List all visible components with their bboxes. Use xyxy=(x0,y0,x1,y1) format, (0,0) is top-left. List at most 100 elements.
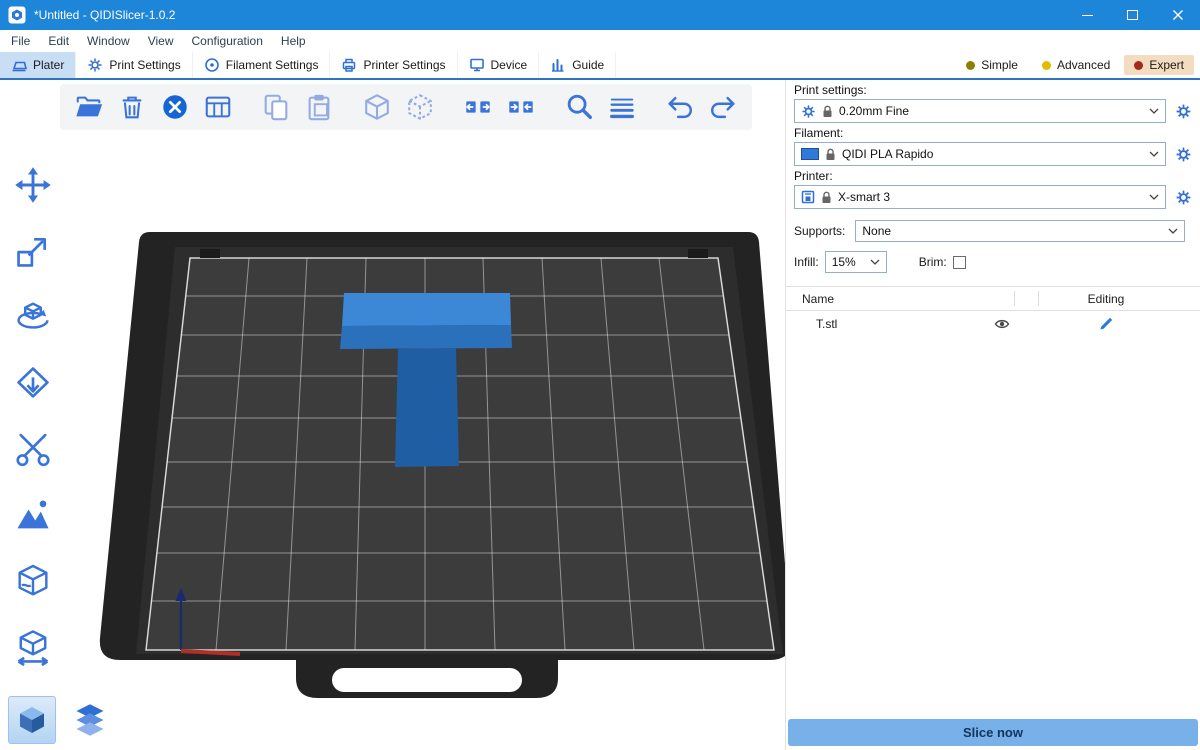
tab-label: Printer Settings xyxy=(363,58,445,72)
tab-device[interactable]: Device xyxy=(458,52,540,78)
lock-icon xyxy=(821,191,832,204)
maximize-button[interactable] xyxy=(1110,0,1155,30)
print-settings-combo[interactable]: 0.20mm Fine xyxy=(794,99,1166,123)
delete-icon xyxy=(117,92,147,122)
tab-label: Print Settings xyxy=(109,58,180,72)
menu-item-view[interactable]: View xyxy=(139,30,183,52)
paint-supports-button[interactable] xyxy=(6,488,60,542)
arrange-button[interactable] xyxy=(199,88,237,126)
filament-label: Filament: xyxy=(794,126,1200,140)
eye-icon xyxy=(994,316,1010,332)
view-3d-editor-button[interactable] xyxy=(8,696,56,744)
delete-button[interactable] xyxy=(113,88,151,126)
printer-value: X-smart 3 xyxy=(838,190,1143,204)
menu-item-window[interactable]: Window xyxy=(78,30,139,52)
infill-combo[interactable]: 15% xyxy=(825,251,887,273)
chevron-down-icon xyxy=(870,259,880,265)
tab-guide[interactable]: Guide xyxy=(539,52,616,78)
view-toggle-bar xyxy=(8,696,114,744)
column-separator xyxy=(1038,291,1039,306)
printer-gear-button[interactable] xyxy=(1171,185,1195,209)
printer-combo[interactable]: X-smart 3 xyxy=(794,185,1166,209)
toolbar-separator xyxy=(545,107,555,108)
remove-instance-button[interactable] xyxy=(401,88,439,126)
filament-combo[interactable]: QIDI PLA Rapido xyxy=(794,142,1166,166)
maximize-icon xyxy=(1127,10,1138,20)
mode-simple[interactable]: Simple xyxy=(956,55,1028,75)
mode-label: Expert xyxy=(1149,58,1184,72)
tab-label: Guide xyxy=(572,58,604,72)
tab-printer-settings[interactable]: Printer Settings xyxy=(330,52,457,78)
add-instance-button[interactable] xyxy=(358,88,396,126)
rotate-icon xyxy=(13,297,53,337)
menu-item-file[interactable]: File xyxy=(2,30,39,52)
column-name-header[interactable]: Name xyxy=(802,292,834,306)
minimize-button[interactable] xyxy=(1065,0,1110,30)
supports-label: Supports: xyxy=(794,224,845,238)
menu-item-edit[interactable]: Edit xyxy=(39,30,78,52)
tab-label: Plater xyxy=(33,58,64,72)
advanced-mode-dot-icon xyxy=(1042,61,1051,70)
chevron-down-icon xyxy=(1168,228,1178,234)
menu-item-configuration[interactable]: Configuration xyxy=(183,30,272,52)
chevron-down-icon xyxy=(1149,108,1159,114)
lock-icon xyxy=(822,105,833,118)
column-editing-header[interactable]: Editing xyxy=(1046,292,1166,306)
gizmo-toolbar xyxy=(6,158,60,674)
tab-filament-settings[interactable]: Filament Settings xyxy=(193,52,331,78)
slice-now-button[interactable]: Slice now xyxy=(788,719,1198,746)
move-icon xyxy=(13,165,53,205)
mode-label: Advanced xyxy=(1057,58,1110,72)
cut-button[interactable] xyxy=(6,422,60,476)
menu-item-help[interactable]: Help xyxy=(272,30,315,52)
move-button[interactable] xyxy=(6,158,60,212)
filament-value: QIDI PLA Rapido xyxy=(842,147,1143,161)
bed-3d-scene[interactable] xyxy=(0,80,785,750)
printer-label: Printer: xyxy=(794,169,1200,183)
delete-all-button[interactable] xyxy=(156,88,194,126)
rotate-button[interactable] xyxy=(6,290,60,344)
filament-gear-button[interactable] xyxy=(1171,142,1195,166)
object-name: T.stl xyxy=(816,317,837,331)
undo-button[interactable] xyxy=(661,88,699,126)
object-list-row[interactable]: T.stl xyxy=(786,311,1200,337)
brim-label: Brim: xyxy=(919,255,947,269)
edit-object-button[interactable] xyxy=(1098,316,1114,332)
plater-toolbar xyxy=(60,84,752,130)
split-objects-button[interactable] xyxy=(459,88,497,126)
split-parts-button[interactable] xyxy=(502,88,540,126)
supports-combo[interactable]: None xyxy=(855,220,1185,242)
mode-advanced[interactable]: Advanced xyxy=(1032,55,1120,75)
close-button[interactable] xyxy=(1155,0,1200,30)
redo-button[interactable] xyxy=(704,88,742,126)
print-settings-gear-button[interactable] xyxy=(1171,99,1195,123)
paste-button[interactable] xyxy=(300,88,338,126)
gear-icon xyxy=(1175,146,1192,163)
sidebar: Print settings: 0.20mm Fine Filament: QI… xyxy=(785,80,1200,750)
scale-button[interactable] xyxy=(6,224,60,278)
search-button[interactable] xyxy=(560,88,598,126)
view-preview-button[interactable] xyxy=(66,696,114,744)
brim-checkbox[interactable] xyxy=(953,256,966,269)
guide-icon xyxy=(550,57,566,73)
measure-button[interactable] xyxy=(6,620,60,674)
tab-plater[interactable]: Plater xyxy=(0,52,76,78)
cut-icon xyxy=(13,429,53,469)
mode-label: Simple xyxy=(981,58,1018,72)
place-on-face-button[interactable] xyxy=(6,356,60,410)
menubar: File Edit Window View Configuration Help xyxy=(0,30,1200,52)
copy-button[interactable] xyxy=(257,88,295,126)
open-button[interactable] xyxy=(70,88,108,126)
titlebar: *Untitled - QIDISlicer-1.0.2 xyxy=(0,0,1200,30)
seam-painting-button[interactable] xyxy=(6,554,60,608)
arrange-icon xyxy=(203,92,233,122)
mode-expert[interactable]: Expert xyxy=(1124,55,1194,75)
visibility-toggle[interactable] xyxy=(994,316,1010,332)
variable-layer-height-button[interactable] xyxy=(603,88,641,126)
chevron-down-icon xyxy=(1149,151,1159,157)
copy-icon xyxy=(261,92,291,122)
tab-print-settings[interactable]: Print Settings xyxy=(76,52,192,78)
gear-icon xyxy=(1175,103,1192,120)
seam-painting-icon xyxy=(13,561,53,601)
edit-icon xyxy=(1098,316,1114,332)
